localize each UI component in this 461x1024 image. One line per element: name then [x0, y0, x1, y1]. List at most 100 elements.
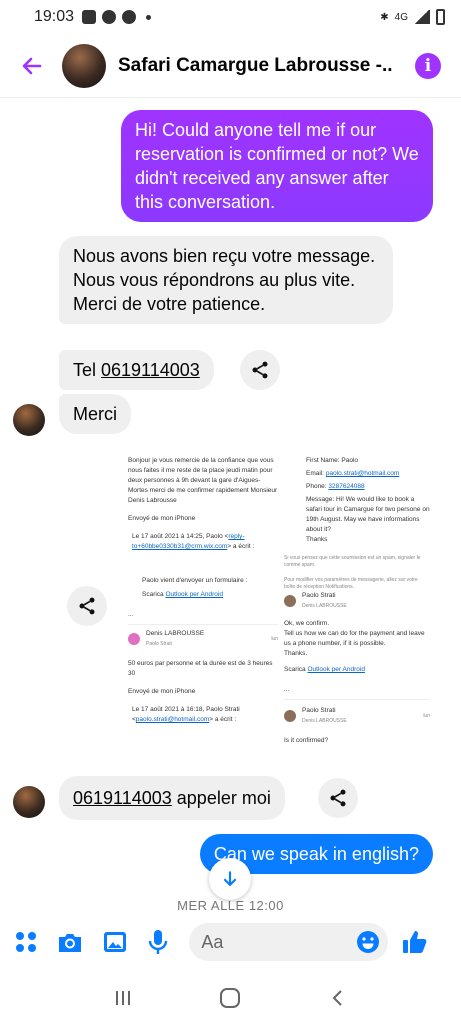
email-text: Email: paolo.strati@hotmail.com: [306, 469, 430, 479]
microphone-icon[interactable]: [146, 929, 170, 955]
app-icon: [122, 10, 137, 24]
email-text: Ok, we confirm.: [284, 620, 330, 627]
email-text: Thanks: [306, 536, 328, 543]
instagram-icon: [82, 10, 97, 24]
email-card-sender: Paolo Strati Denis LABROUSSE: [302, 706, 423, 726]
more-notifications-icon: [146, 14, 152, 20]
email-text: Envoyé de mon iPhone: [128, 688, 196, 695]
sender-avatar[interactable]: [13, 786, 45, 818]
camera-icon[interactable]: [57, 929, 83, 955]
email-text: Scarica Outlook per Android: [128, 590, 278, 600]
email-text-part: Scarica: [142, 591, 166, 598]
email-text: Envoyé de mon iPhone: [128, 515, 196, 522]
email-text: Phone: 3287624088: [306, 482, 430, 492]
email-link: Outlook per Android: [165, 591, 223, 598]
gallery-icon[interactable]: [102, 929, 126, 955]
email-text: Is it confirmed?: [284, 737, 329, 744]
facebook-icon: [102, 10, 117, 24]
email-text-part: > a écrit :: [227, 543, 255, 550]
email-text: First Name: Paolo: [306, 457, 359, 464]
battery-icon: [436, 9, 445, 25]
emoji-icon[interactable]: [356, 930, 380, 954]
email-recipient: Paolo Strati: [146, 641, 172, 647]
avatar: [284, 710, 296, 722]
avatar: [284, 595, 296, 607]
email-text: Le 17 août 2021 à 16:18, Paolo Strati <p…: [128, 705, 278, 725]
email-link: paolo.strati@hotmail.com: [325, 470, 400, 477]
like-icon[interactable]: [402, 929, 428, 955]
email-thread-right: First Name: Paolo Email: paolo.strati@ho…: [284, 456, 430, 746]
back-arrow-icon[interactable]: [20, 54, 44, 78]
email-text: Message: Hi! We would like to book a saf…: [306, 496, 430, 533]
conversation-header: Safari Camargue Labrousse -... i: [0, 34, 461, 98]
email-card-sender: Denis LABROUSSE Paolo Strati: [146, 629, 271, 649]
signal-icon: [414, 10, 430, 24]
composer-bar: Aa: [0, 912, 461, 972]
apps-icon[interactable]: [14, 929, 38, 955]
day-separator: MER ALLE 12:00: [177, 898, 284, 913]
avatar: [128, 633, 140, 645]
incoming-message-phone[interactable]: Tel 0619114003: [59, 350, 214, 390]
email-card-sender: Paolo Strati Denis LABROUSSE: [302, 591, 347, 611]
recent-apps-icon[interactable]: [113, 988, 133, 1008]
email-text: Tell us how we can do for the payment an…: [284, 630, 425, 647]
email-text: Thanks.: [284, 650, 308, 657]
network-label: 4G: [394, 11, 408, 23]
email-note: Si vous pensez que cette soumission est …: [284, 555, 421, 568]
email-form: First Name: Paolo Email: paolo.strati@ho…: [284, 456, 430, 545]
system-navbar: [0, 972, 461, 1024]
share-button[interactable]: [318, 778, 358, 818]
email-text-part: Scarica: [284, 666, 308, 673]
incoming-message-phone[interactable]: 0619114003 appeler moi: [59, 776, 285, 820]
email-sender-name: Paolo Strati: [302, 707, 336, 714]
share-icon: [79, 597, 95, 615]
email-text: Scarica Outlook per Android: [284, 665, 430, 675]
email-text-part: Email:: [306, 470, 326, 477]
share-icon: [252, 361, 268, 379]
message-text: appeler moi: [171, 788, 271, 808]
phone-link[interactable]: 0619114003: [101, 360, 200, 380]
email-text: ...: [128, 611, 134, 618]
email-text-part: Phone:: [306, 483, 329, 490]
scroll-to-bottom-button[interactable]: [209, 858, 251, 900]
email-sender-name: Denis LABROUSSE: [146, 630, 205, 637]
home-icon[interactable]: [219, 987, 241, 1009]
divider: [284, 699, 430, 700]
info-icon[interactable]: i: [415, 52, 441, 79]
email-time: lun: [423, 713, 430, 719]
status-bar: 19:03 ✱ 4G: [0, 0, 461, 34]
contact-avatar[interactable]: [62, 43, 106, 88]
email-time: lun: [271, 636, 278, 642]
share-button[interactable]: [240, 350, 280, 390]
email-card-header: Paolo Strati Denis LABROUSSE lun: [284, 706, 430, 726]
email-card-header: Denis LABROUSSE Paolo Strati lun: [128, 629, 278, 649]
phone-link[interactable]: 0619114003: [73, 788, 172, 808]
incoming-message[interactable]: Merci: [59, 394, 131, 434]
email-thread-left: Bonjour je vous remercie de la confiance…: [128, 456, 278, 725]
divider: [128, 624, 278, 625]
email-sender-name: Paolo Strati: [302, 592, 336, 599]
email-text: Le 17 août 2021 à 14:25, Paolo <reply-to…: [128, 532, 278, 552]
outgoing-message[interactable]: Hi! Could anyone tell me if our reservat…: [121, 110, 433, 222]
email-card-header: Paolo Strati Denis LABROUSSE: [284, 591, 430, 611]
status-right: ✱ 4G: [380, 9, 445, 25]
message-input[interactable]: Aa: [189, 923, 389, 961]
email-text-part: Le 17 août 2021 à 14:25, Paolo <: [132, 533, 229, 540]
status-time: 19:03: [34, 8, 75, 25]
email-note: Pour modifier vos paramètres de messager…: [284, 577, 418, 590]
email-text: ...: [284, 686, 290, 693]
email-link: 3287624088: [328, 483, 365, 490]
shared-image[interactable]: Bonjour je vous remercie de la confiance…: [114, 442, 436, 764]
message-input-placeholder: Aa: [201, 931, 224, 952]
email-link: Outlook per Android: [307, 666, 365, 673]
arrow-down-icon: [223, 871, 237, 886]
bluetooth-icon: ✱: [380, 11, 389, 23]
back-icon[interactable]: [328, 988, 348, 1008]
sender-avatar[interactable]: [13, 404, 45, 436]
email-text-part: > a écrit :: [209, 716, 237, 723]
contact-name[interactable]: Safari Camargue Labrousse -...: [118, 55, 393, 77]
incoming-message[interactable]: Nous avons bien reçu votre message. Nous…: [59, 236, 393, 324]
email-link: paolo.strati@hotmail.com: [135, 716, 210, 723]
share-button[interactable]: [67, 586, 107, 626]
email-text: Bonjour je vous remercie de la confiance…: [128, 457, 278, 504]
